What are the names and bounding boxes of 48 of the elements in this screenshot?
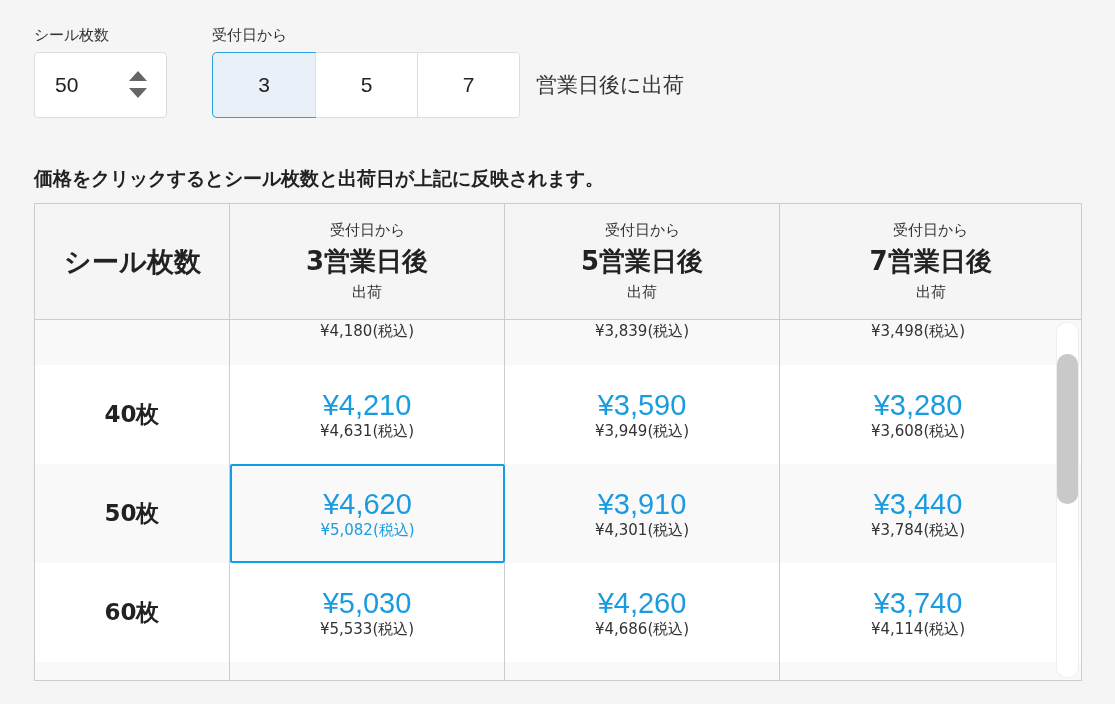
price-text: ¥5,030 [322, 586, 412, 620]
price-cell[interactable]: ¥4,210 ¥4,631(税込) [230, 365, 505, 464]
header-title: 7営業日後 [869, 245, 992, 278]
tax-price-text: ¥4,301(税込) [594, 520, 690, 540]
price-cell[interactable]: ¥3,280 ¥3,608(税込) [780, 365, 1081, 464]
days-option[interactable]: 3 [213, 53, 315, 117]
header-subtext: 出荷 [352, 283, 382, 302]
row-label: 50枚 [104, 499, 160, 528]
quantity-stepper[interactable]: 50 [34, 52, 167, 118]
header-title: 3営業日後 [305, 245, 429, 278]
header-subtext: 受付日から [329, 221, 405, 240]
price-text: ¥3,440 [873, 487, 963, 521]
tax-price-text: ¥4,114(税込) [870, 619, 966, 639]
quantity-label: シール枚数 [34, 26, 110, 46]
header-cell: シール枚数 [35, 204, 230, 319]
scrollbar-thumb[interactable] [1057, 354, 1078, 504]
tax-price-text: ¥4,631(税込) [319, 421, 415, 441]
tax-price-text: ¥5,533(税込) [319, 619, 415, 639]
tax-price-text: ¥3,949(税込) [594, 421, 690, 441]
row-label: 40枚 [104, 400, 160, 429]
stepper-arrows-icon [128, 71, 148, 99]
price-text: ¥4,210 [322, 388, 412, 422]
price-cell[interactable]: ¥3,498(税込) [780, 320, 1081, 365]
tax-price-text: ¥3,608(税込) [870, 421, 966, 441]
shipping-suffix: 営業日後に出荷 [536, 72, 684, 99]
tax-price-text: ¥3,839(税込) [594, 322, 690, 341]
header-subtext: 受付日から [604, 221, 680, 240]
header-subtext: 出荷 [915, 283, 946, 302]
instruction-text: 価格をクリックするとシール枚数と出荷日が上記に反映されます。 [34, 166, 605, 190]
tax-price-text: ¥5,082(税込) [320, 520, 415, 540]
header-title: 5営業日後 [580, 245, 704, 278]
header-subtext: 受付日から [893, 221, 968, 240]
price-text: ¥3,910 [597, 487, 687, 521]
tax-price-text: ¥3,498(税込) [870, 322, 966, 341]
price-text: ¥3,740 [873, 586, 963, 620]
price-text: ¥4,620 [323, 487, 412, 521]
row-label: 60枚 [104, 598, 160, 627]
price-cell[interactable]: ¥3,740 ¥4,114(税込) [780, 563, 1081, 662]
price-text: ¥4,260 [597, 586, 687, 620]
tax-price-text: ¥3,784(税込) [870, 520, 966, 540]
price-text: ¥3,590 [597, 388, 687, 422]
price-text: ¥3,280 [873, 388, 963, 422]
shipping-label: 受付日から [212, 26, 288, 46]
days-option[interactable]: 7 [417, 53, 519, 117]
tax-price-text: ¥4,180(税込) [319, 322, 415, 341]
price-cell[interactable]: ¥3,440 ¥3,784(税込) [780, 464, 1081, 563]
tax-price-text: ¥4,686(税込) [594, 619, 690, 639]
header-subtext: 出荷 [627, 283, 657, 302]
